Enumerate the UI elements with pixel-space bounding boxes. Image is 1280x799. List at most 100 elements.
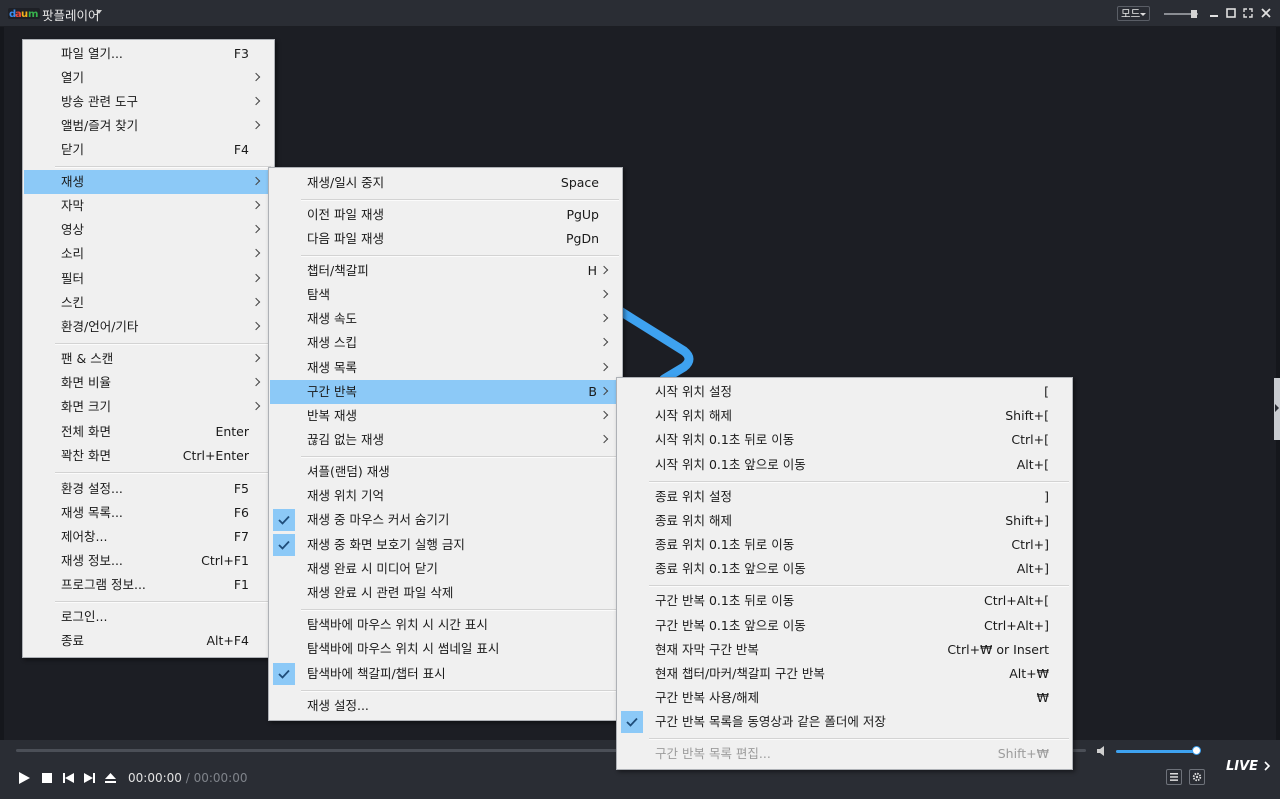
menu-item-subtitle[interactable]: 자막 [24, 194, 273, 218]
menu-item-hide-cursor[interactable]: 재생 중 마우스 커서 숨기기 [270, 508, 621, 532]
menu-item-block-screensaver[interactable]: 재생 중 화면 보호기 실행 금지 [270, 533, 621, 557]
chevron-right-icon [253, 194, 261, 218]
menu-item-screen-size[interactable]: 화면 크기 [24, 395, 273, 419]
fullscreen-icon[interactable] [1241, 6, 1255, 20]
menu-item-shuffle[interactable]: 셔플(랜덤) 재생 [270, 460, 621, 484]
menu-item-set-end[interactable]: 종료 위치 설정] [618, 485, 1071, 509]
menu-separator [55, 472, 271, 474]
menu-item-end-back[interactable]: 종료 위치 0.1초 뒤로 이동 Ctrl+] [618, 533, 1071, 557]
menu-item-start-forward[interactable]: 시작 위치 0.1초 앞으로 이동 Alt+[ [618, 453, 1071, 477]
time-separator: / [181, 771, 194, 785]
volume-slider[interactable] [1116, 750, 1198, 753]
menu-item-range-forward[interactable]: 구간 반복 0.1초 앞으로 이동 Ctrl+Alt+] [618, 614, 1071, 638]
menu-separator [55, 166, 271, 168]
chevron-right-icon [253, 267, 261, 291]
menu-item-preferences[interactable]: 환경 설정... F5 [24, 477, 273, 501]
menu-item-clear-start[interactable]: 시작 위치 해제 Shift+[ [618, 404, 1071, 428]
menu-separator [301, 255, 619, 257]
chevron-right-icon [601, 331, 609, 355]
check-icon [273, 663, 295, 685]
menu-item-subtitle-repeat[interactable]: 현재 자막 구간 반복 Ctrl+₩ or Insert [618, 638, 1071, 662]
menu-item-remember-position[interactable]: 재생 위치 기억 [270, 484, 621, 508]
menu-item-fill-screen[interactable]: 꽉찬 화면 Ctrl+Enter [24, 444, 273, 468]
previous-icon[interactable] [62, 772, 74, 784]
menu-item-chapters-bookmarks[interactable]: 챕터/책갈피 H [270, 259, 621, 283]
menu-item-playback-info[interactable]: 재생 정보... Ctrl+F1 [24, 549, 273, 573]
menu-separator [55, 343, 271, 345]
maximize-icon[interactable] [1224, 6, 1238, 20]
menu-item-playlist[interactable]: 재생 목록... F6 [24, 501, 273, 525]
menu-item-range-back[interactable]: 구간 반복 0.1초 뒤로 이동 Ctrl+Alt+[ [618, 589, 1071, 613]
menu-item-play-pause[interactable]: 재생/일시 중지 Space [270, 171, 621, 195]
menu-item-environment[interactable]: 환경/언어/기타 [24, 315, 273, 339]
menu-item-playback-skip[interactable]: 재생 스킵 [270, 331, 621, 355]
menu-item-chapter-repeat[interactable]: 현재 챕터/마커/책갈피 구간 반복 Alt+₩ [618, 662, 1071, 686]
chevron-right-icon [253, 315, 261, 339]
menu-item-start-back[interactable]: 시작 위치 0.1초 뒤로 이동 Ctrl+[ [618, 428, 1071, 452]
menu-separator [301, 199, 619, 201]
menu-item-broadcast-tools[interactable]: 방송 관련 도구 [24, 90, 273, 114]
chevron-down-icon[interactable] [96, 10, 102, 14]
menu-item-program-info[interactable]: 프로그램 정보... F1 [24, 573, 273, 597]
playlist-icon[interactable] [1166, 769, 1182, 785]
menu-item-exit[interactable]: 종료 Alt+F4 [24, 629, 273, 653]
menu-item-open-file[interactable]: 파일 열기... F3 [24, 42, 273, 66]
menu-item-edit-list[interactable]: 구간 반복 목록 편집... Shift+₩ [618, 742, 1071, 766]
menu-item-close[interactable]: 닫기 F4 [24, 138, 273, 162]
menu-item-seekbar-thumbnail[interactable]: 탐색바에 마우스 위치 시 썸네일 표시 [270, 637, 621, 661]
menu-item-end-forward[interactable]: 종료 위치 0.1초 앞으로 이동 Alt+] [618, 557, 1071, 581]
menu-item-aspect-ratio[interactable]: 화면 비율 [24, 371, 273, 395]
menu-item-playback-speed[interactable]: 재생 속도 [270, 307, 621, 331]
menu-item-filter[interactable]: 필터 [24, 267, 273, 291]
menu-item-open[interactable]: 열기 [24, 66, 273, 90]
menu-item-clear-end[interactable]: 종료 위치 해제 Shift+] [618, 509, 1071, 533]
menu-item-ab-repeat[interactable]: 구간 반복 B [270, 380, 621, 404]
menu-item-previous-file[interactable]: 이전 파일 재생 PgUp [270, 203, 621, 227]
menu-item-delete-on-finish[interactable]: 재생 완료 시 관련 파일 삭제 [270, 581, 621, 605]
menu-item-seekbar-time[interactable]: 탐색바에 마우스 위치 시 시간 표시 [270, 613, 621, 637]
mode-button[interactable]: 모드 [1117, 6, 1150, 21]
menu-item-audio[interactable]: 소리 [24, 242, 273, 266]
menu-item-control-panel[interactable]: 제어창... F7 [24, 525, 273, 549]
volume-slider-handle[interactable] [1192, 746, 1201, 755]
menu-item-login[interactable]: 로그인... [24, 605, 273, 629]
menu-item-save-list[interactable]: 구간 반복 목록을 동영상과 같은 폴더에 저장 [618, 710, 1071, 734]
menu-item-gapless-play[interactable]: 끊김 없는 재생 [270, 428, 621, 452]
menu-item-play-list[interactable]: 재생 목록 [270, 356, 621, 380]
next-icon[interactable] [83, 772, 95, 784]
menu-item-seek[interactable]: 탐색 [270, 283, 621, 307]
eject-icon[interactable] [104, 772, 116, 784]
live-button[interactable]: LIVE [1226, 759, 1271, 774]
menu-item-album-favorites[interactable]: 앨범/즐겨 찾기 [24, 114, 273, 138]
menu-item-fullscreen[interactable]: 전체 화면 Enter [24, 420, 273, 444]
close-icon[interactable] [1259, 6, 1273, 20]
menu-item-playback-settings[interactable]: 재생 설정... [270, 694, 621, 718]
minimize-icon[interactable] [1207, 6, 1221, 20]
chevron-right-icon [253, 347, 261, 371]
chevron-right-icon [1275, 404, 1279, 412]
chevron-right-icon [253, 291, 261, 315]
menu-item-set-start[interactable]: 시작 위치 설정[ [618, 380, 1071, 404]
chevron-right-icon [601, 283, 609, 307]
time-current: 00:00:00 [128, 771, 182, 785]
title-bar: d a u m 팟플레이어 모드 [0, 0, 1280, 27]
check-icon [273, 534, 295, 556]
gear-icon[interactable] [1189, 769, 1205, 785]
menu-item-video[interactable]: 영상 [24, 218, 273, 242]
menu-item-playback[interactable]: 재생 [24, 170, 273, 194]
play-icon[interactable] [16, 770, 32, 786]
menu-item-seekbar-bookmarks[interactable]: 탐색바에 책갈피/챕터 표시 [270, 662, 621, 686]
menu-item-next-file[interactable]: 다음 파일 재생 PgDn [270, 227, 621, 251]
speaker-icon[interactable] [1096, 745, 1110, 760]
app-title[interactable]: 팟플레이어 [42, 5, 100, 24]
opacity-slider-handle[interactable] [1191, 10, 1197, 18]
menu-separator [301, 609, 619, 611]
menu-separator [55, 601, 271, 603]
menu-item-repeat-play[interactable]: 반복 재생 [270, 404, 621, 428]
menu-item-close-on-finish[interactable]: 재생 완료 시 미디어 닫기 [270, 557, 621, 581]
menu-item-toggle-repeat[interactable]: 구간 반복 사용/해제 ₩ [618, 686, 1071, 710]
stop-icon[interactable] [41, 772, 53, 784]
menu-item-pan-scan[interactable]: 팬 & 스캔 [24, 347, 273, 371]
menu-item-skin[interactable]: 스킨 [24, 291, 273, 315]
chevron-right-icon [601, 404, 609, 428]
